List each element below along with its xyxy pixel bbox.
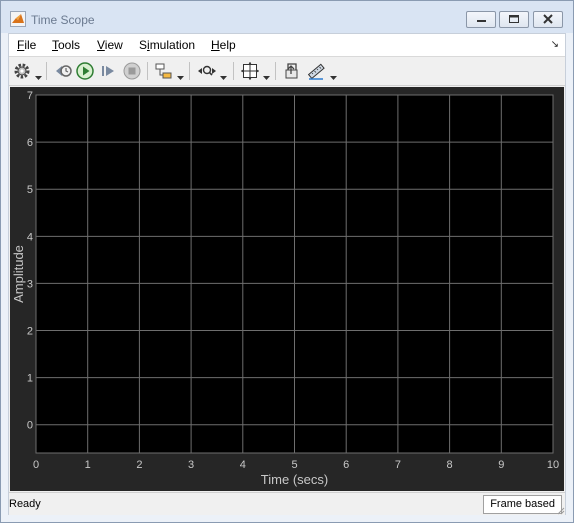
x-tick-label: 4 bbox=[240, 459, 246, 471]
scope-client-area: File Tools View Simulation Help ↘ 0 1 2 … bbox=[8, 33, 566, 515]
time-scope-window: Time Scope File Tools View Simulation He… bbox=[0, 0, 574, 523]
close-button[interactable] bbox=[533, 11, 563, 28]
menu-view[interactable]: View bbox=[97, 38, 123, 52]
menu-file-label: File bbox=[17, 38, 37, 52]
measurements-dropdown-icon[interactable] bbox=[330, 68, 337, 80]
close-icon bbox=[543, 14, 553, 24]
autoscale-dropdown-icon[interactable] bbox=[263, 68, 270, 80]
minimize-button[interactable] bbox=[466, 11, 496, 28]
toolbar-separator bbox=[46, 62, 47, 80]
x-tick-label: 6 bbox=[343, 459, 349, 471]
y-tick-label: 7 bbox=[27, 90, 33, 102]
menu-simulation[interactable]: Simulation bbox=[139, 38, 195, 52]
zoom-icon[interactable] bbox=[197, 61, 217, 81]
x-tick-label: 8 bbox=[447, 459, 453, 471]
menu-simulation-label: Simulation bbox=[139, 38, 196, 52]
menu-tools-label: Tools bbox=[52, 38, 81, 52]
x-tick-label: 0 bbox=[33, 459, 39, 471]
y-axis-label: Amplitude bbox=[11, 245, 26, 303]
stop-icon[interactable] bbox=[122, 61, 142, 81]
status-ready-text: Ready bbox=[9, 498, 41, 510]
y-tick-label: 2 bbox=[27, 326, 33, 338]
maximize-button[interactable] bbox=[499, 11, 529, 28]
highlight-dropdown-icon[interactable] bbox=[177, 68, 184, 80]
highlight-block-icon[interactable] bbox=[154, 61, 174, 81]
window-title: Time Scope bbox=[31, 13, 95, 27]
y-tick-label: 5 bbox=[27, 184, 33, 196]
y-tick-label: 6 bbox=[27, 137, 33, 149]
status-bar: Ready Frame based bbox=[9, 492, 565, 515]
autoscale-icon[interactable] bbox=[240, 61, 260, 81]
settings-dropdown-icon[interactable] bbox=[35, 68, 42, 80]
y-tick-labels: 0 1 2 3 4 5 6 7 bbox=[27, 90, 33, 432]
settings-icon[interactable] bbox=[12, 61, 32, 81]
x-tick-label: 10 bbox=[547, 459, 559, 471]
x-tick-label: 7 bbox=[395, 459, 401, 471]
zoom-dropdown-icon[interactable] bbox=[220, 68, 227, 80]
restore-layout-icon[interactable] bbox=[282, 61, 302, 81]
dock-arrow-icon[interactable]: ↘ bbox=[551, 39, 559, 50]
minimize-icon bbox=[477, 20, 486, 22]
y-tick-label: 3 bbox=[27, 278, 33, 290]
frame-mode-indicator[interactable]: Frame based bbox=[483, 495, 562, 514]
y-tick-label: 1 bbox=[27, 373, 33, 385]
menu-help-label: Help bbox=[211, 38, 236, 52]
menu-bar: File Tools View Simulation Help ↘ bbox=[9, 34, 565, 57]
y-tick-label: 0 bbox=[27, 420, 33, 432]
amplitude-time-chart[interactable]: 0 1 2 3 4 5 6 7 8 9 10 0 1 2 3 4 5 6 7 Time (secs) Amplit… bbox=[10, 87, 564, 491]
scope-display: 0 1 2 3 4 5 6 7 8 9 10 0 1 2 3 4 5 6 7 Time (secs) Amplit… bbox=[10, 87, 564, 491]
title-bar[interactable]: Time Scope bbox=[1, 1, 573, 33]
menu-file[interactable]: File bbox=[17, 38, 36, 52]
toolbar-separator bbox=[147, 62, 148, 80]
toolbar-separator bbox=[189, 62, 190, 80]
x-axis-label: Time (secs) bbox=[261, 472, 328, 487]
toolbar-separator bbox=[275, 62, 276, 80]
x-tick-label: 5 bbox=[291, 459, 297, 471]
menu-help[interactable]: Help bbox=[211, 38, 236, 52]
y-tick-label: 4 bbox=[27, 231, 33, 243]
step-forward-icon[interactable] bbox=[99, 61, 119, 81]
toolbar-separator bbox=[233, 62, 234, 80]
x-tick-labels: 0 1 2 3 4 5 6 7 8 9 10 bbox=[33, 459, 559, 471]
toolbar bbox=[9, 57, 565, 86]
maximize-icon bbox=[509, 15, 519, 23]
x-tick-label: 3 bbox=[188, 459, 194, 471]
measurements-icon[interactable] bbox=[306, 61, 326, 81]
step-back-icon[interactable] bbox=[53, 61, 73, 81]
menu-tools[interactable]: Tools bbox=[52, 38, 80, 52]
menu-view-label: View bbox=[97, 38, 123, 52]
x-tick-label: 2 bbox=[136, 459, 142, 471]
run-icon[interactable] bbox=[75, 61, 95, 81]
x-tick-label: 9 bbox=[498, 459, 504, 471]
x-tick-label: 1 bbox=[85, 459, 91, 471]
resize-grip-icon[interactable] bbox=[555, 505, 565, 515]
matlab-logo-icon bbox=[10, 11, 26, 27]
